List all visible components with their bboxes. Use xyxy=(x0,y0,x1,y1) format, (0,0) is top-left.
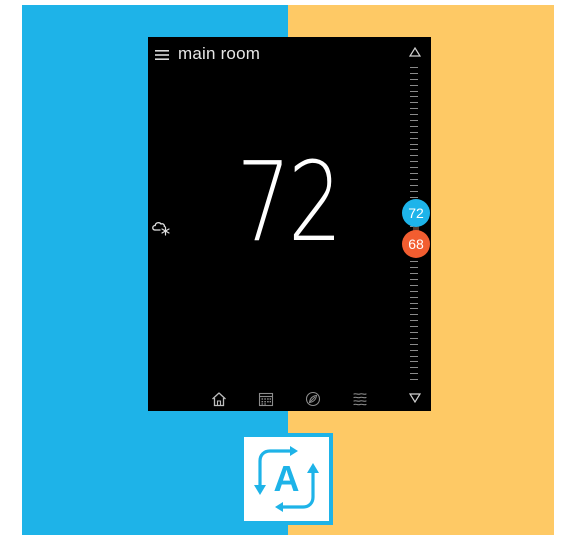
scale-tick xyxy=(410,79,418,80)
scale-tick xyxy=(410,373,418,374)
scale-tick xyxy=(410,167,418,168)
scale-tick xyxy=(410,308,418,309)
scale-tick xyxy=(410,338,418,339)
calendar-icon[interactable] xyxy=(257,390,275,408)
page-frame: main room 72 72 68 A xyxy=(22,5,554,535)
scale-tick xyxy=(410,85,418,86)
scale-tick xyxy=(410,261,418,262)
scale-tick xyxy=(410,291,418,292)
scale-tick xyxy=(410,126,418,127)
waves-icon[interactable] xyxy=(351,390,369,408)
scale-tick xyxy=(410,138,418,139)
leaf-icon[interactable] xyxy=(304,390,322,408)
triangle-up-icon[interactable] xyxy=(409,47,421,57)
scale-tick xyxy=(410,185,418,186)
scale-tick xyxy=(410,179,418,180)
scale-tick xyxy=(410,173,418,174)
scale-tick xyxy=(410,132,418,133)
scale-tick xyxy=(410,356,418,357)
scale-tick xyxy=(410,144,418,145)
scale-tick xyxy=(410,379,418,380)
scale-tick xyxy=(410,303,418,304)
scale-tick xyxy=(410,102,418,103)
hamburger-menu-icon[interactable] xyxy=(155,49,169,61)
scale-tick xyxy=(410,149,418,150)
home-icon[interactable] xyxy=(210,390,228,408)
scale-tick xyxy=(410,326,418,327)
scale-tick xyxy=(410,67,418,68)
scale-tick xyxy=(410,108,418,109)
thermostat-screen: main room 72 72 68 xyxy=(148,37,431,411)
scale-tick xyxy=(410,344,418,345)
triangle-down-icon[interactable] xyxy=(409,393,421,403)
scale-tick xyxy=(410,273,418,274)
scale-tick xyxy=(410,279,418,280)
scale-tick xyxy=(410,197,418,198)
scale-tick xyxy=(410,267,418,268)
scale-tick xyxy=(410,361,418,362)
scale-tick xyxy=(410,297,418,298)
auto-mode-badge-icon[interactable]: A xyxy=(240,433,333,525)
room-name-label[interactable]: main room xyxy=(178,44,260,64)
current-temperature: 72 xyxy=(236,138,343,266)
scale-tick xyxy=(410,320,418,321)
scale-tick xyxy=(410,285,418,286)
scale-tick xyxy=(410,161,418,162)
scale-tick xyxy=(410,350,418,351)
scale-tick xyxy=(410,332,418,333)
heat-setpoint-bubble[interactable]: 68 xyxy=(402,230,430,258)
scale-tick xyxy=(410,114,418,115)
scale-tick xyxy=(410,367,418,368)
auto-mode-letter: A xyxy=(274,458,300,499)
scale-tick xyxy=(410,73,418,74)
scale-tick xyxy=(410,314,418,315)
scale-tick xyxy=(410,96,418,97)
cloud-snowflake-icon[interactable] xyxy=(150,215,174,239)
cool-setpoint-bubble[interactable]: 72 xyxy=(402,199,430,227)
scale-tick xyxy=(410,91,418,92)
scale-tick xyxy=(410,120,418,121)
scale-tick xyxy=(410,191,418,192)
scale-tick xyxy=(410,155,418,156)
